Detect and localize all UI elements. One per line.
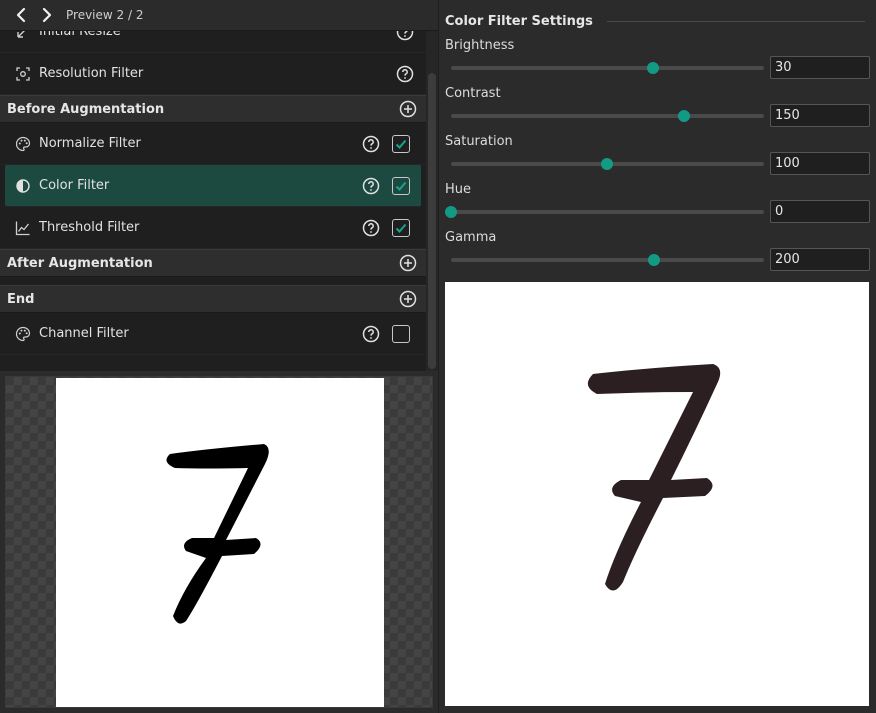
add-circle-icon[interactable] bbox=[399, 254, 417, 272]
param-gamma: Gamma 200 bbox=[445, 230, 871, 278]
pipeline-item-threshold-filter[interactable]: Threshold Filter bbox=[0, 207, 426, 249]
pipeline-item-channel-filter[interactable]: Channel Filter bbox=[0, 313, 426, 355]
param-label: Saturation bbox=[445, 134, 513, 149]
param-saturation: Saturation 100 bbox=[445, 134, 871, 182]
contrast-slider[interactable] bbox=[451, 110, 764, 122]
checkmark-icon bbox=[395, 139, 407, 149]
header-divider bbox=[606, 20, 865, 22]
pipeline-item-label: Initial Resize bbox=[39, 31, 121, 39]
settings-title: Color Filter Settings bbox=[445, 13, 593, 29]
chevron-right-icon bbox=[42, 7, 52, 23]
pipeline-item-resolution-filter[interactable]: Resolution Filter bbox=[0, 53, 426, 95]
slider-thumb[interactable] bbox=[648, 254, 661, 266]
section-spacer bbox=[0, 277, 426, 285]
hue-input[interactable]: 0 bbox=[770, 200, 870, 223]
preview-toolbar: Preview 2 / 2 bbox=[0, 0, 438, 31]
param-label: Contrast bbox=[445, 86, 501, 101]
saturation-slider[interactable] bbox=[451, 158, 764, 170]
pipeline-item-label: Channel Filter bbox=[39, 326, 129, 341]
slider-thumb[interactable] bbox=[445, 206, 457, 218]
saturation-input[interactable]: 100 bbox=[770, 152, 870, 175]
color-filter-preview-image bbox=[445, 282, 869, 706]
processed-preview-pane bbox=[5, 376, 433, 708]
brightness-input[interactable]: 30 bbox=[770, 56, 870, 79]
checkmark-icon bbox=[395, 181, 407, 191]
next-preview-button[interactable] bbox=[34, 2, 60, 28]
param-contrast: Contrast 150 bbox=[445, 86, 871, 134]
enable-checkbox[interactable] bbox=[392, 176, 410, 195]
slider-thumb[interactable] bbox=[678, 110, 691, 122]
section-title: End bbox=[7, 291, 35, 307]
contrast-input[interactable]: 150 bbox=[770, 104, 870, 127]
pipeline-item-normalize-filter[interactable]: Normalize Filter bbox=[0, 123, 426, 165]
hue-slider[interactable] bbox=[445, 206, 764, 218]
line-chart-icon bbox=[14, 219, 32, 237]
help-icon[interactable] bbox=[362, 177, 380, 195]
section-before-augmentation[interactable]: Before Augmentation bbox=[0, 95, 426, 123]
preview-counter: Preview 2 / 2 bbox=[66, 8, 144, 22]
pipeline-scrollbar[interactable] bbox=[426, 31, 438, 371]
pipeline-item-label: Resolution Filter bbox=[39, 66, 144, 81]
param-hue: Hue 0 bbox=[445, 182, 871, 230]
pipeline-item-initial-resize[interactable]: Initial Resize bbox=[0, 31, 426, 53]
palette-icon bbox=[14, 325, 32, 343]
brightness-slider[interactable] bbox=[451, 62, 764, 74]
param-label: Brightness bbox=[445, 38, 515, 53]
help-icon[interactable] bbox=[362, 325, 380, 343]
pipeline-item-label: Color Filter bbox=[39, 178, 110, 193]
param-label: Gamma bbox=[445, 230, 497, 245]
add-circle-icon[interactable] bbox=[399, 100, 417, 118]
enable-checkbox[interactable] bbox=[392, 218, 410, 237]
chevron-left-icon bbox=[16, 7, 26, 23]
contrast-icon bbox=[14, 177, 32, 195]
slider-thumb[interactable] bbox=[646, 62, 659, 74]
help-icon[interactable] bbox=[362, 219, 380, 237]
add-circle-icon[interactable] bbox=[399, 290, 417, 308]
palette-icon bbox=[14, 135, 32, 153]
pipeline-item-label: Threshold Filter bbox=[39, 220, 140, 235]
scrollbar-thumb[interactable] bbox=[428, 73, 436, 369]
section-title: Before Augmentation bbox=[7, 101, 165, 117]
help-icon[interactable] bbox=[362, 135, 380, 153]
previous-preview-button[interactable] bbox=[8, 2, 34, 28]
param-brightness: Brightness 30 bbox=[445, 38, 871, 86]
digit-seven-thresholded bbox=[166, 444, 269, 624]
enable-checkbox[interactable] bbox=[392, 324, 410, 343]
enable-checkbox[interactable] bbox=[392, 134, 410, 153]
checkmark-icon bbox=[395, 223, 407, 233]
app-window: Preview 2 / 2 Initial Resize Resolution … bbox=[0, 0, 876, 713]
help-icon[interactable] bbox=[396, 65, 414, 83]
slider-thumb[interactable] bbox=[600, 158, 613, 170]
resolution-icon bbox=[14, 65, 32, 83]
processed-preview-image bbox=[56, 378, 384, 707]
pipeline-item-color-filter[interactable]: Color Filter bbox=[5, 165, 421, 207]
resize-icon bbox=[14, 31, 32, 41]
gamma-input[interactable]: 200 bbox=[770, 248, 870, 271]
section-after-augmentation[interactable]: After Augmentation bbox=[0, 249, 426, 277]
filter-pipeline-list: Initial Resize Resolution Filter Before … bbox=[0, 31, 426, 371]
param-label: Hue bbox=[445, 182, 472, 197]
gamma-slider[interactable] bbox=[451, 254, 764, 266]
pipeline-item-label: Normalize Filter bbox=[39, 136, 141, 151]
settings-panel: Color Filter Settings Brightness 30 Cont… bbox=[438, 0, 876, 713]
left-panel: Preview 2 / 2 Initial Resize Resolution … bbox=[0, 0, 438, 713]
section-end[interactable]: End bbox=[0, 285, 426, 313]
digit-seven-color bbox=[587, 364, 721, 591]
help-icon[interactable] bbox=[396, 31, 414, 41]
section-title: After Augmentation bbox=[7, 255, 153, 271]
settings-header: Color Filter Settings bbox=[445, 12, 865, 30]
